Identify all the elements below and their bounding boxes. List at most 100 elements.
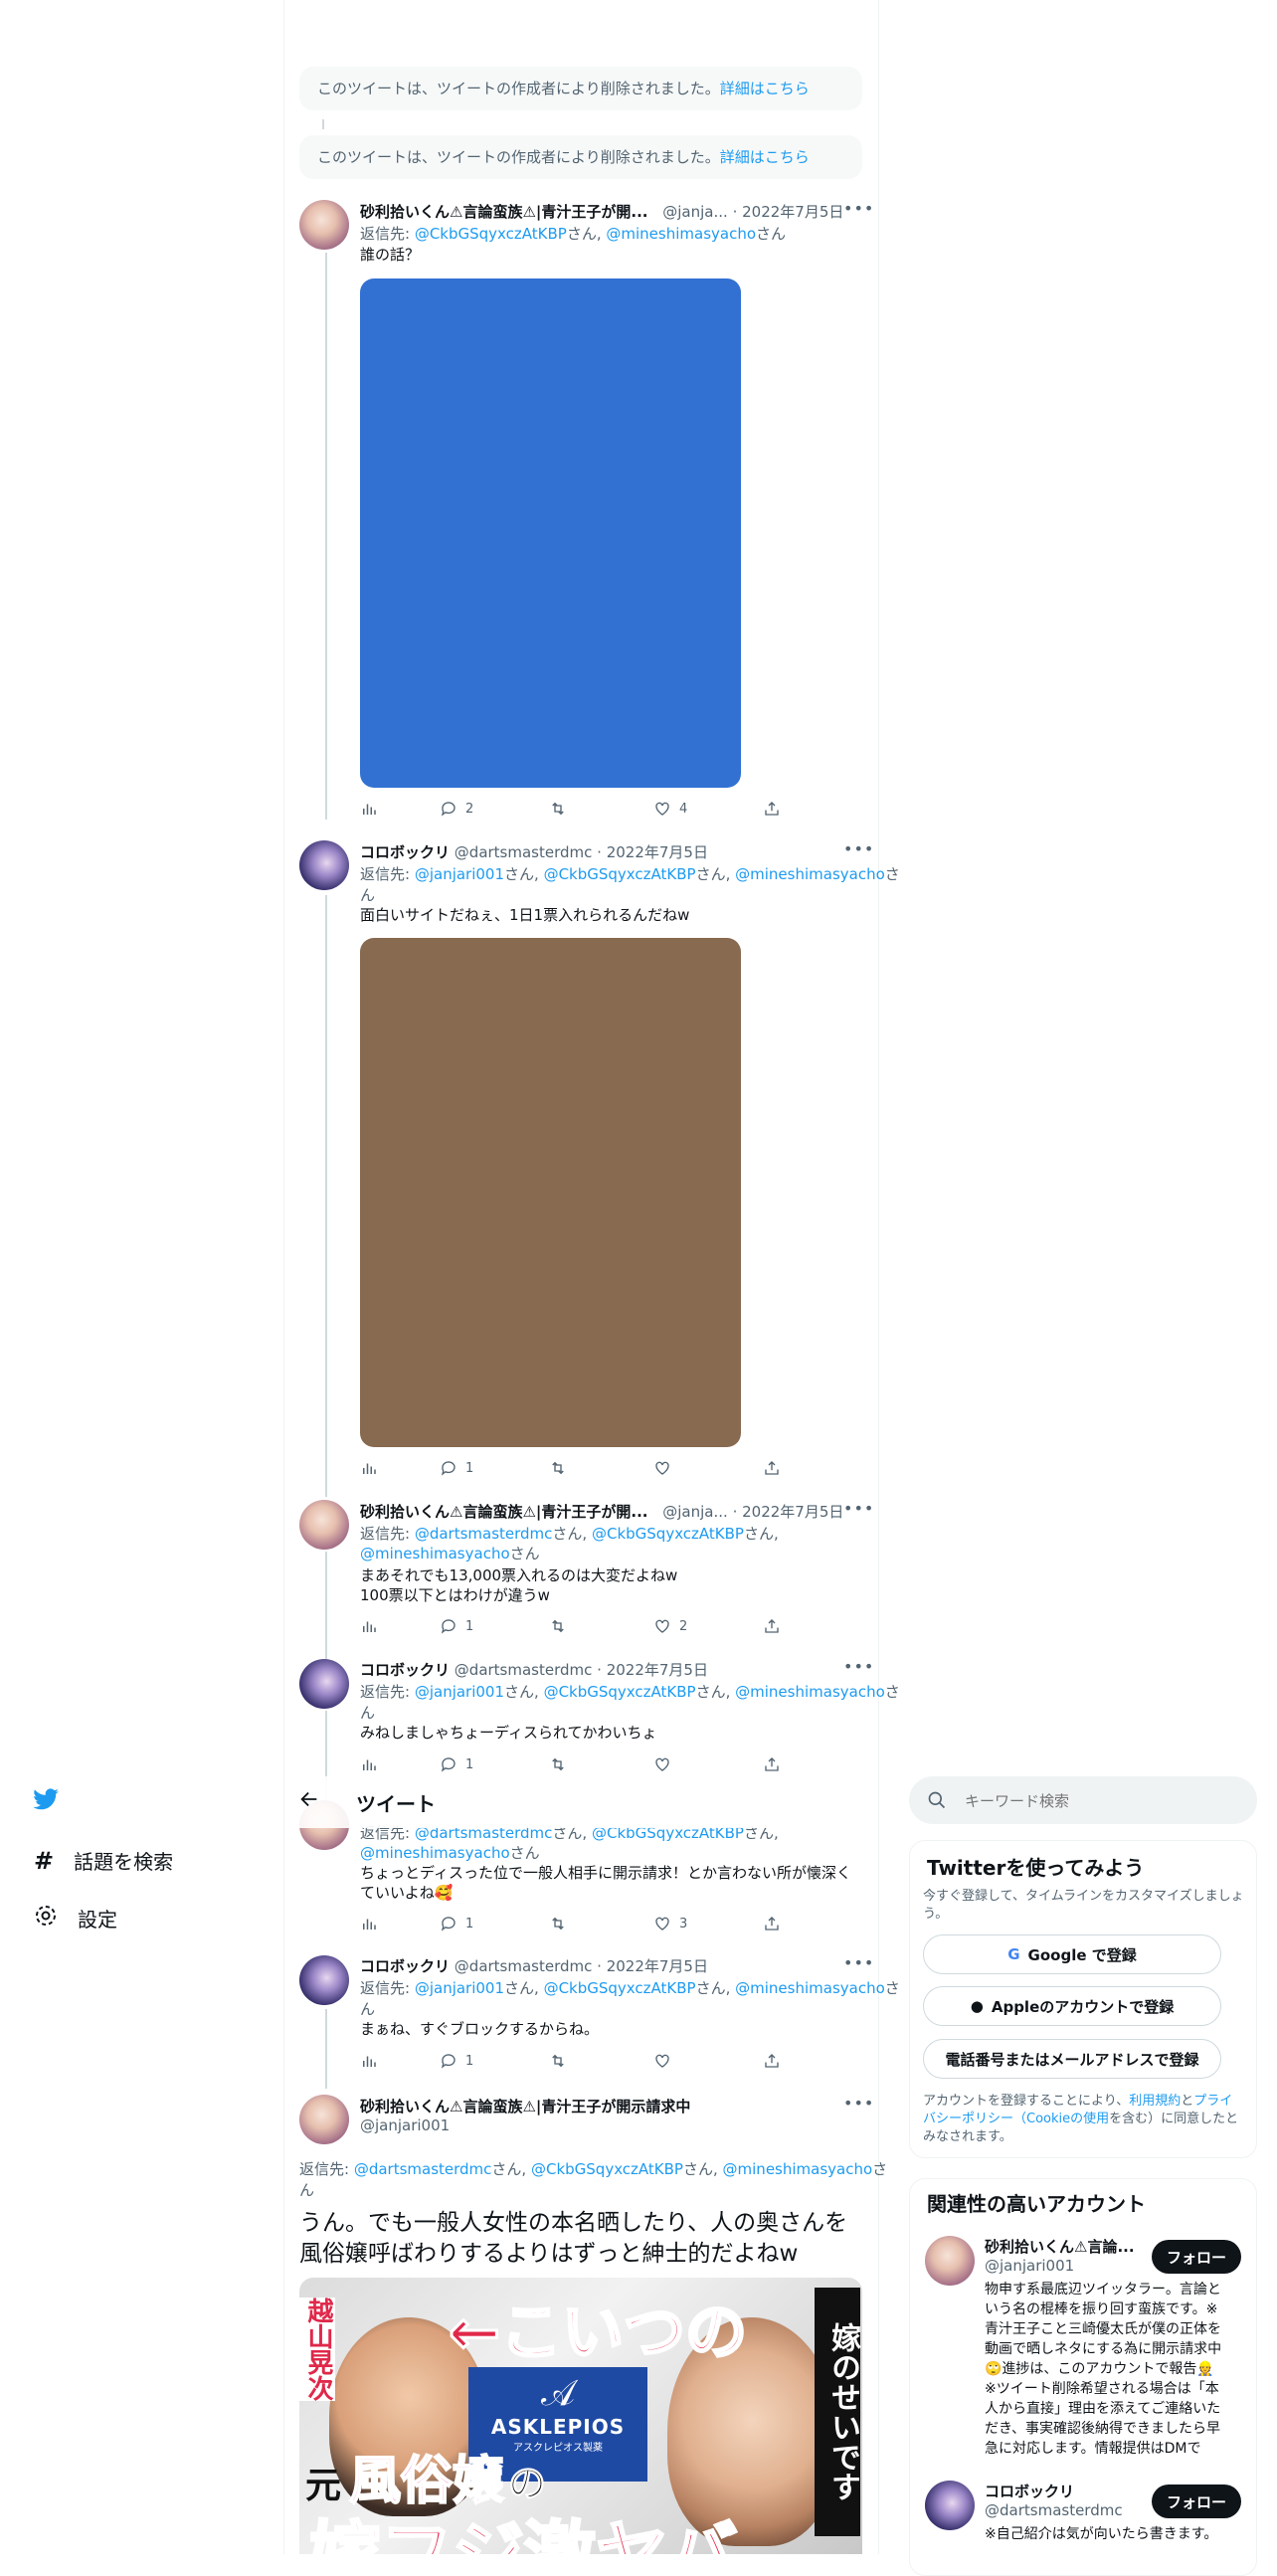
mention-link[interactable]: @CkbGSqyxczAtKBP — [592, 1525, 744, 1543]
author-handle[interactable]: @janja... — [662, 1503, 728, 1521]
author-handle[interactable]: @janjari001 — [360, 2116, 450, 2134]
like-button[interactable]: 2 — [653, 1614, 687, 1638]
follow-button[interactable]: フォロー — [1152, 2240, 1241, 2274]
avatar[interactable] — [925, 2236, 975, 2286]
account-handle[interactable]: @dartsmasterdmc — [985, 2501, 1123, 2519]
nav-settings[interactable]: 設定 — [34, 1904, 117, 1932]
share-button[interactable] — [763, 1752, 781, 1776]
details-link[interactable]: 詳細はこちら — [720, 80, 810, 97]
apple-signup-button[interactable]: ● Appleのアカウントで登録 — [923, 1986, 1221, 2026]
avatar[interactable] — [299, 2095, 349, 2144]
phone-email-signup-button[interactable]: 電話番号またはメールアドレスで登録 — [923, 2039, 1221, 2079]
like-button[interactable]: 3 — [653, 1912, 687, 1935]
nav-explore[interactable]: # 話題を検索 — [34, 1846, 173, 1875]
author-name[interactable]: コロボックリ — [360, 1661, 450, 1679]
author-name[interactable]: 砂利拾いくん⚠言論蛮族⚠|青汁王子が開... — [360, 1503, 647, 1521]
reply-button[interactable]: 1 — [440, 1752, 473, 1776]
like-button[interactable] — [653, 1456, 671, 1480]
share-button[interactable] — [763, 1912, 781, 1935]
terms-link[interactable]: 利用規約 — [1129, 2094, 1181, 2109]
follow-button[interactable]: フォロー — [1152, 2484, 1241, 2518]
analytics-icon[interactable] — [360, 2049, 378, 2073]
share-button[interactable] — [763, 797, 781, 821]
more-icon[interactable]: ••• — [843, 839, 873, 858]
avatar[interactable] — [299, 840, 349, 890]
tweet-image[interactable]: 越山晃次 ←こいつの 嫁のせいです 𝒜 ASKLEPIOS アスクレピオス製薬 … — [299, 2278, 862, 2554]
mention-link[interactable]: @mineshimasyacho — [360, 1844, 510, 1862]
share-button[interactable] — [763, 1456, 781, 1480]
mention-link[interactable]: @mineshimasyacho — [735, 865, 885, 883]
author-name[interactable]: 砂利拾いくん⚠言論蛮族⚠|青汁王子が開... — [360, 203, 647, 221]
reply-button[interactable]: 1 — [440, 1614, 473, 1638]
analytics-icon[interactable] — [360, 1456, 378, 1480]
tweet-date[interactable]: 2022年7月5日 — [607, 843, 708, 861]
mention-link[interactable]: @mineshimasyacho — [606, 225, 756, 243]
mention-link[interactable]: @janjari001 — [415, 1979, 504, 1997]
retweet-button[interactable] — [549, 1752, 567, 1776]
tweet-date[interactable]: 2022年7月5日 — [742, 203, 843, 221]
tweet-date[interactable]: 2022年7月5日 — [607, 1661, 708, 1679]
share-button[interactable] — [763, 1614, 781, 1638]
avatar[interactable] — [299, 1659, 349, 1709]
account-handle[interactable]: @janjari001 — [985, 2257, 1074, 2275]
tweet-date[interactable]: 2022年7月5日 — [607, 1957, 708, 1975]
account-name[interactable]: コロボックリ — [985, 2481, 1074, 2501]
reply-button[interactable]: 1 — [440, 1456, 473, 1480]
search-bar[interactable] — [909, 1776, 1257, 1826]
mention-link[interactable]: @mineshimasyacho — [360, 1545, 510, 1563]
retweet-button[interactable] — [549, 2049, 567, 2073]
back-arrow-icon[interactable] — [298, 1788, 324, 1814]
mention-link[interactable]: @CkbGSqyxczAtKBP — [415, 225, 567, 243]
privacy-link[interactable]: バシーポリシー（Cookieの使用 — [923, 2112, 1109, 2126]
twitter-logo-icon[interactable] — [32, 1785, 62, 1815]
more-icon[interactable]: ••• — [843, 2094, 873, 2113]
more-icon[interactable]: ••• — [843, 1953, 873, 1972]
analytics-icon[interactable] — [360, 797, 378, 821]
reply-button[interactable]: 1 — [440, 1912, 473, 1935]
google-signup-button[interactable]: G Google で登録 — [923, 1934, 1221, 1974]
like-button[interactable] — [653, 2049, 671, 2073]
analytics-icon[interactable] — [360, 1614, 378, 1638]
author-handle[interactable]: @janja... — [662, 203, 728, 221]
author-name[interactable]: コロボックリ — [360, 1957, 450, 1975]
mention-link[interactable]: @CkbGSqyxczAtKBP — [544, 1683, 696, 1701]
more-icon[interactable]: ••• — [843, 1499, 873, 1518]
retweet-button[interactable] — [549, 1456, 567, 1480]
author-name[interactable]: 砂利拾いくん⚠言論蛮族⚠|青汁王子が開示請求中 — [360, 2096, 690, 2116]
like-button[interactable]: 4 — [653, 797, 687, 821]
mention-link[interactable]: @janjari001 — [415, 1683, 504, 1701]
search-input[interactable] — [963, 1776, 1245, 1826]
analytics-icon[interactable] — [360, 1912, 378, 1935]
privacy-link[interactable]: プライ — [1193, 2094, 1232, 2109]
like-button[interactable] — [653, 1752, 671, 1776]
avatar[interactable] — [299, 1955, 349, 2005]
reply-button[interactable]: 2 — [440, 797, 473, 821]
retweet-button[interactable] — [549, 1912, 567, 1935]
avatar[interactable] — [299, 200, 349, 250]
retweet-button[interactable] — [549, 1614, 567, 1638]
avatar[interactable] — [925, 2481, 975, 2530]
details-link[interactable]: 詳細はこちら — [720, 148, 810, 166]
author-handle[interactable]: @dartsmasterdmc — [455, 843, 593, 861]
mention-link[interactable]: @mineshimasyacho — [735, 1683, 885, 1701]
author-name[interactable]: コロボックリ — [360, 843, 450, 861]
account-name[interactable]: 砂利拾いくん⚠言論... — [985, 2236, 1135, 2257]
author-handle[interactable]: @dartsmasterdmc — [455, 1661, 593, 1679]
mention-link[interactable]: @mineshimasyacho — [723, 2160, 873, 2178]
avatar[interactable] — [299, 1500, 349, 1550]
mention-link[interactable]: @CkbGSqyxczAtKBP — [544, 865, 696, 883]
mention-link[interactable]: @CkbGSqyxczAtKBP — [531, 2160, 683, 2178]
more-icon[interactable]: ••• — [843, 199, 873, 218]
tweet-media[interactable] — [360, 938, 741, 1447]
mention-link[interactable]: @dartsmasterdmc — [354, 2160, 492, 2178]
mention-link[interactable]: @janjari001 — [415, 865, 504, 883]
mention-link[interactable]: @dartsmasterdmc — [415, 1525, 553, 1543]
share-button[interactable] — [763, 2049, 781, 2073]
tweet-date[interactable]: 2022年7月5日 — [742, 1503, 843, 1521]
retweet-button[interactable] — [549, 797, 567, 821]
mention-link[interactable]: @CkbGSqyxczAtKBP — [544, 1979, 696, 1997]
more-icon[interactable]: ••• — [843, 1657, 873, 1676]
analytics-icon[interactable] — [360, 1752, 378, 1776]
tweet-media[interactable] — [360, 278, 741, 788]
reply-button[interactable]: 1 — [440, 2049, 473, 2073]
